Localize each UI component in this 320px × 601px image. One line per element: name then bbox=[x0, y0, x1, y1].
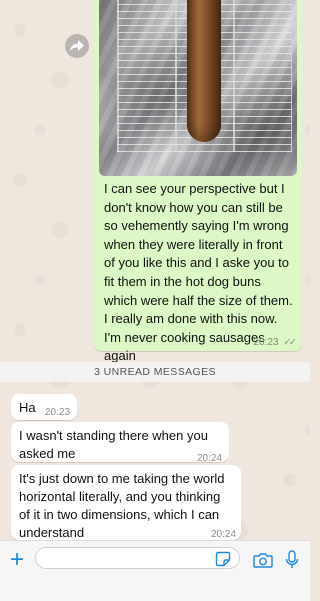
forward-icon bbox=[70, 40, 84, 52]
incoming-message-text: I wasn't standing there when you asked m… bbox=[19, 428, 208, 461]
message-input-bar: + bbox=[0, 540, 310, 601]
voice-message-button[interactable] bbox=[281, 549, 303, 571]
incoming-message[interactable]: I wasn't standing there when you asked m… bbox=[11, 422, 229, 464]
photo-sausage bbox=[187, 0, 221, 142]
unread-messages-label: 3 UNREAD MESSAGES bbox=[94, 366, 216, 378]
unread-messages-divider: 3 UNREAD MESSAGES bbox=[0, 362, 310, 382]
camera-button[interactable] bbox=[252, 549, 274, 571]
forward-button[interactable] bbox=[65, 34, 89, 58]
camera-icon bbox=[253, 553, 273, 568]
incoming-message-time: 20:23 bbox=[45, 407, 71, 418]
incoming-message[interactable]: It's just down to me taking the world ho… bbox=[11, 465, 241, 540]
incoming-message[interactable]: Ha 20:23 bbox=[11, 394, 77, 420]
sticker-button[interactable] bbox=[214, 550, 232, 568]
attach-button[interactable]: + bbox=[6, 546, 28, 573]
message-input[interactable] bbox=[35, 547, 240, 569]
outgoing-message-time: 20:23 bbox=[253, 337, 279, 348]
message-photo[interactable] bbox=[99, 0, 297, 176]
sticker-icon bbox=[215, 551, 231, 567]
double-check-icon: ✓✓ bbox=[283, 337, 297, 348]
incoming-message-text: Ha bbox=[19, 400, 36, 415]
incoming-message-text: It's just down to me taking the world ho… bbox=[19, 471, 225, 540]
microphone-icon bbox=[285, 550, 299, 568]
outgoing-message[interactable]: I can see your perspective but I don't k… bbox=[94, 0, 302, 363]
plus-icon: + bbox=[9, 546, 24, 573]
outgoing-message-meta: 20:23 ✓✓ bbox=[253, 337, 297, 348]
